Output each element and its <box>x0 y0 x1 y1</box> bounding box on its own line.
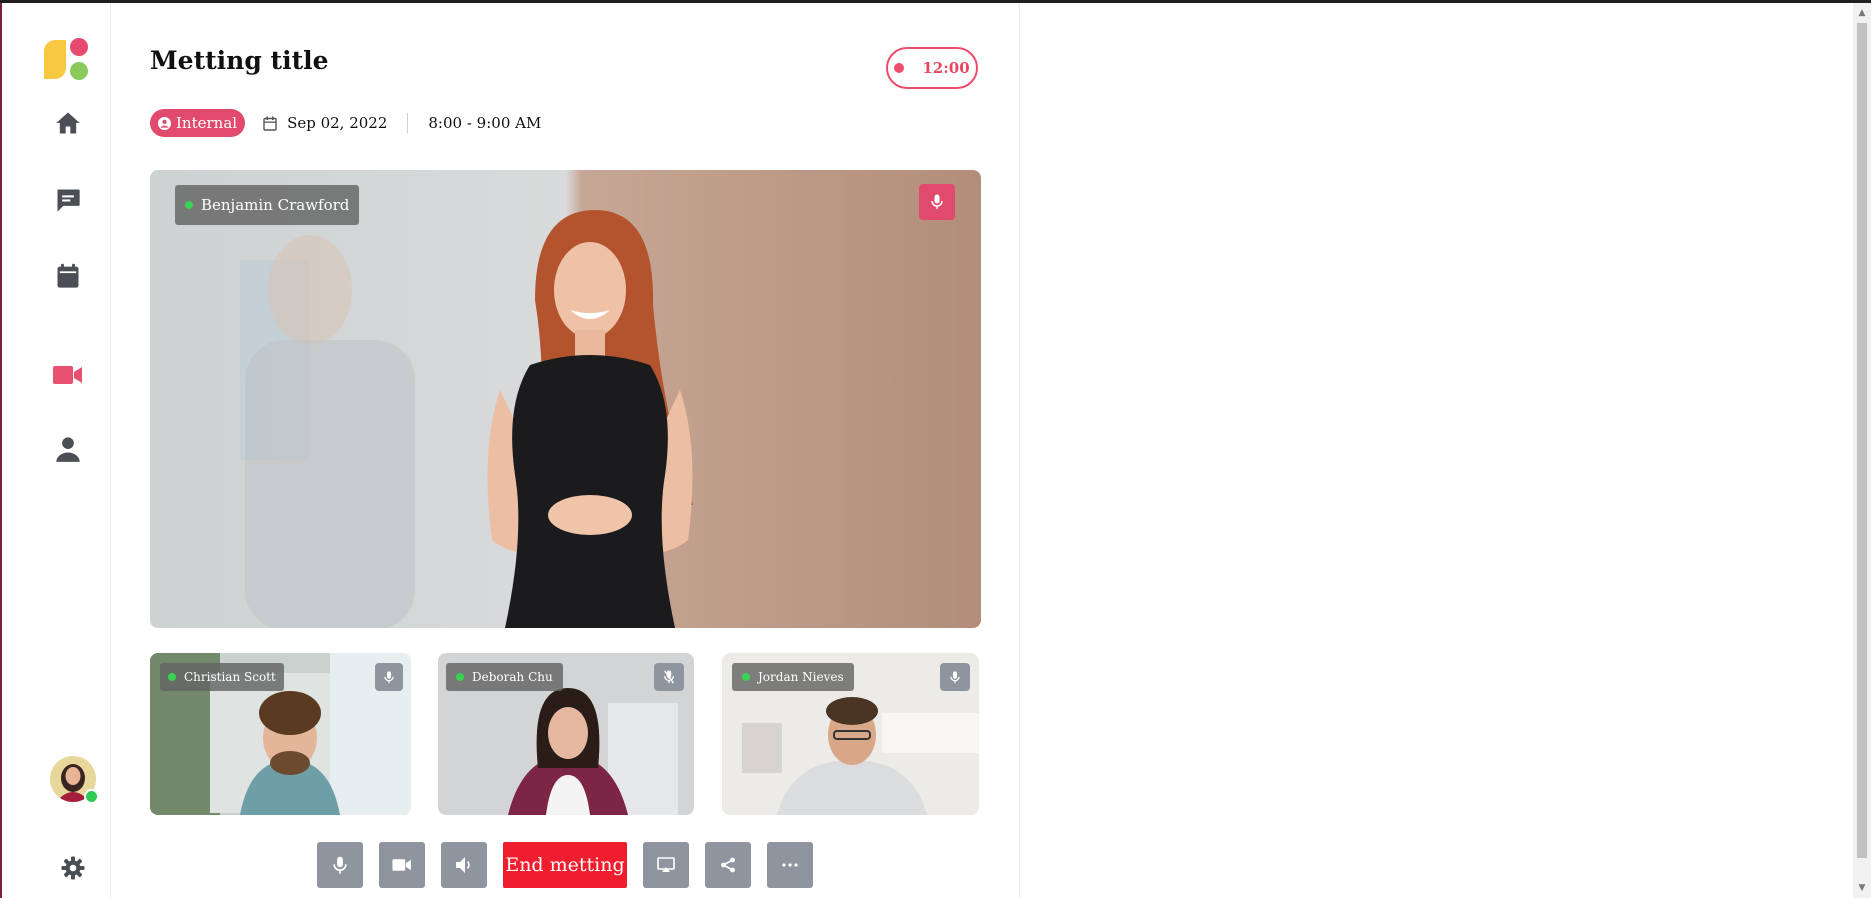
settings-button[interactable] <box>58 853 88 883</box>
sidebar-item-home[interactable] <box>52 107 84 139</box>
share-icon <box>721 857 735 873</box>
participant-tile[interactable]: Jordan Nieves <box>722 653 979 815</box>
video-icon <box>53 366 82 384</box>
participant-mic-button[interactable] <box>940 663 970 691</box>
recording-timer[interactable]: 12:00 <box>886 47 978 89</box>
online-dot <box>168 673 176 681</box>
chat-icon <box>57 189 80 212</box>
badge-label: Internal <box>176 114 238 132</box>
participant-name: Deborah Chu <box>472 670 553 684</box>
app-logo <box>44 38 88 80</box>
divider <box>407 113 409 133</box>
sidebar-item-chat[interactable] <box>52 184 84 216</box>
date-text: Sep 02, 2022 <box>287 114 388 132</box>
microphone-icon <box>950 670 960 683</box>
timer-value: 12:00 <box>922 59 970 77</box>
scroll-down-arrow-icon[interactable]: ▼ <box>1853 880 1871 896</box>
speaker-name-tag: Benjamin Crawford <box>175 185 360 225</box>
main-speaker-video[interactable]: Benjamin Crawford <box>150 170 981 628</box>
sidebar <box>2 3 111 898</box>
sidebar-item-profile[interactable] <box>52 433 84 465</box>
camera-icon <box>392 859 411 871</box>
speaker-mic-button[interactable] <box>919 184 955 220</box>
participant-name-tag: Christian Scott <box>160 663 284 691</box>
speaker-icon <box>456 857 470 873</box>
more-options-button[interactable] <box>767 842 813 888</box>
screen-share-button[interactable] <box>643 842 689 888</box>
speaker-video-image <box>150 170 981 628</box>
time-range: 8:00 - 9:00 AM <box>428 114 542 132</box>
online-dot <box>456 673 464 681</box>
calendar-icon <box>263 116 277 131</box>
participant-name: Christian Scott <box>184 670 276 684</box>
participant-tile[interactable]: Deborah Chu <box>438 653 694 815</box>
sidebar-item-calendar[interactable] <box>52 260 84 292</box>
meeting-meta: Internal Sep 02, 2022 8:00 - 9:00 AM <box>150 109 541 137</box>
participant-mic-button[interactable] <box>375 663 403 691</box>
participant-mic-muted-button[interactable] <box>654 663 684 691</box>
online-status-dot <box>84 789 99 804</box>
participant-tile[interactable]: Christian Scott <box>150 653 411 815</box>
screen-share-icon <box>657 857 675 872</box>
share-button[interactable] <box>705 842 751 888</box>
speaker-toggle-button[interactable] <box>441 842 487 888</box>
camera-toggle-button[interactable] <box>379 842 425 888</box>
meeting-panel: Metting title 12:00 Internal Sep 02, 202… <box>111 3 1020 898</box>
participant-name-tag: Jordan Nieves <box>732 663 854 691</box>
home-icon <box>56 112 80 134</box>
more-icon <box>782 863 798 867</box>
microphone-muted-icon <box>663 670 675 684</box>
record-dot-icon <box>894 63 905 73</box>
participant-name: Jordan Nieves <box>758 670 844 684</box>
gear-icon <box>61 856 85 880</box>
participant-name-tag: Deborah Chu <box>446 663 563 691</box>
user-circle-icon <box>158 116 171 130</box>
microphone-icon <box>931 194 943 209</box>
meeting-date: Sep 02, 2022 <box>263 114 387 132</box>
vertical-scrollbar[interactable]: ▲ ▼ <box>1853 3 1871 898</box>
microphone-icon <box>333 856 347 874</box>
speaker-name: Benjamin Crawford <box>201 196 350 214</box>
microphone-icon <box>384 670 394 683</box>
user-icon <box>56 437 80 462</box>
calendar-icon <box>57 263 79 288</box>
page-title: Metting title <box>150 46 329 75</box>
end-meeting-button[interactable]: End metting <box>503 842 627 888</box>
online-dot <box>742 673 750 681</box>
online-dot <box>185 201 193 209</box>
mic-toggle-button[interactable] <box>317 842 363 888</box>
status-badge: Internal <box>150 109 246 137</box>
scrollbar-thumb[interactable] <box>1857 23 1867 858</box>
scroll-up-arrow-icon[interactable]: ▲ <box>1853 5 1871 21</box>
sidebar-item-meeting[interactable] <box>52 359 84 391</box>
